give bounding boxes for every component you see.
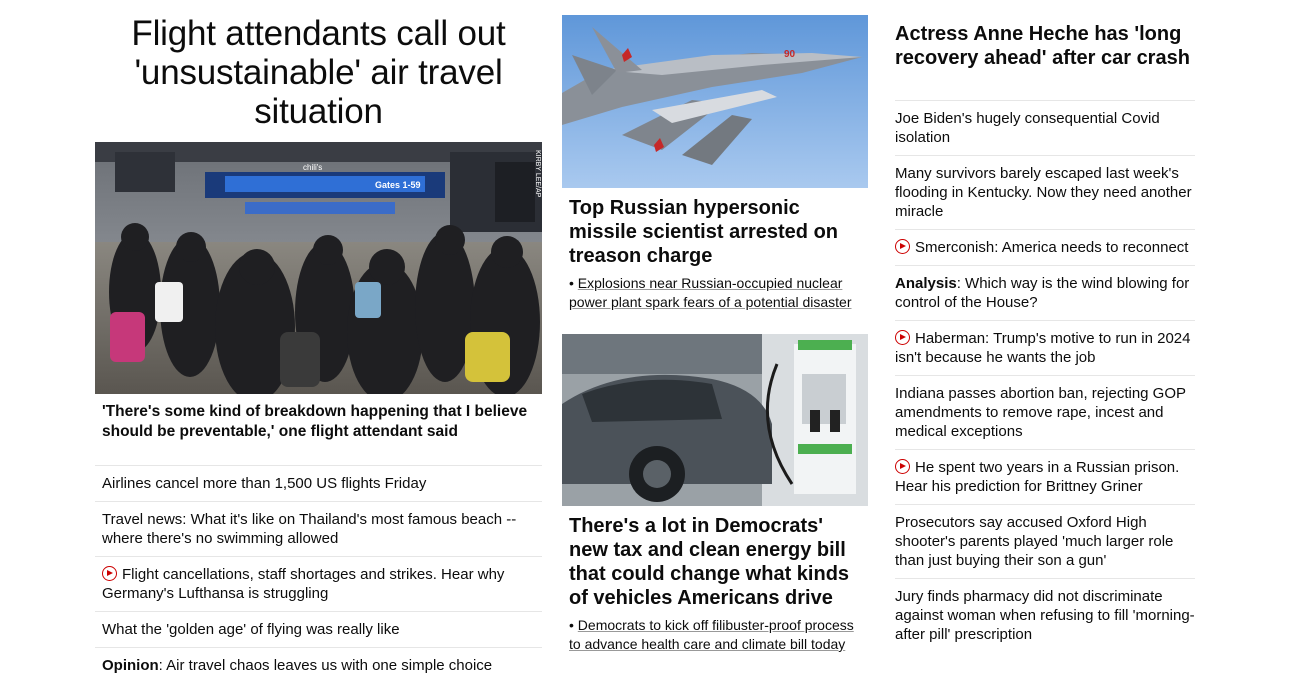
chilis-sign-text: chili's (303, 163, 322, 172)
jet-fighter-image[interactable]: 90 (562, 15, 868, 188)
secondary-stories-column: 90 Top Russian hypersonic missile scient… (562, 0, 868, 654)
list-item[interactable]: Smerconish: America needs to reconnect (895, 230, 1195, 266)
photo-credit: KIRBY LEE/AP (534, 150, 541, 198)
top-story-headline[interactable]: Actress Anne Heche has 'long recovery ah… (895, 0, 1195, 101)
list-item[interactable]: Travel news: What it's like on Thailand'… (95, 502, 542, 557)
list-item[interactable]: Flight cancellations, staff shortages an… (95, 557, 542, 612)
list-item[interactable]: Haberman: Trump's motive to run in 2024 … (895, 321, 1195, 376)
list-item-text: Airlines cancel more than 1,500 US fligh… (102, 475, 427, 492)
list-item-text: Joe Biden's hugely consequential Covid i… (895, 110, 1160, 146)
list-item[interactable]: Indiana passes abortion ban, rejecting G… (895, 376, 1195, 450)
list-item[interactable]: Opinion: Air travel chaos leaves us with… (95, 648, 542, 683)
lead-related-list: Airlines cancel more than 1,500 US fligh… (95, 466, 542, 683)
list-item-text: Haberman: Trump's motive to run in 2024 … (895, 330, 1191, 366)
list-item[interactable]: Airlines cancel more than 1,500 US fligh… (95, 466, 542, 502)
story-headline[interactable]: There's a lot in Democrats' new tax and … (562, 506, 868, 610)
list-item-text: Prosecutors say accused Oxford High shoo… (895, 514, 1174, 569)
top-stories-column: Actress Anne Heche has 'long recovery ah… (895, 0, 1195, 652)
list-item[interactable]: Analysis: Which way is the wind blowing … (895, 266, 1195, 321)
play-circle-icon (102, 566, 117, 581)
lead-story-image[interactable]: Gates 1-59 chili's KIRBY LEE/AP (95, 142, 542, 394)
list-item[interactable]: Prosecutors say accused Oxford High shoo… (895, 505, 1195, 579)
list-item-text: Travel news: What it's like on Thailand'… (102, 511, 517, 547)
list-item-text: Jury finds pharmacy did not discriminate… (895, 588, 1195, 643)
top-stories-list: Joe Biden's hugely consequential Covid i… (895, 101, 1195, 652)
play-circle-icon (895, 459, 910, 474)
list-item[interactable]: What the 'golden age' of flying was real… (95, 612, 542, 648)
list-item-text: Indiana passes abortion ban, rejecting G… (895, 385, 1186, 440)
aircraft-tail-number: 90 (784, 49, 796, 60)
related-link[interactable]: Democrats to kick off filibuster-proof p… (569, 617, 854, 652)
gates-sign-text: Gates 1-59 (375, 180, 421, 190)
list-item-text: Flight cancellations, staff shortages an… (102, 566, 505, 602)
list-item-text: Smerconish: America needs to reconnect (915, 239, 1189, 256)
list-item-text: : Air travel chaos leaves us with one si… (158, 657, 493, 674)
lead-headline[interactable]: Flight attendants call out 'unsustainabl… (95, 0, 542, 142)
story-subheadline: • Democrats to kick off filibuster-proof… (569, 617, 854, 652)
list-item[interactable]: He spent two years in a Russian prison. … (895, 450, 1195, 505)
ev-charging-image[interactable] (562, 334, 868, 506)
lead-story-column: Flight attendants call out 'unsustainabl… (95, 0, 542, 683)
story-subheadline: • Explosions near Russian-occupied nucle… (569, 275, 852, 310)
play-circle-icon (895, 239, 910, 254)
list-item[interactable]: Joe Biden's hugely consequential Covid i… (895, 101, 1195, 156)
list-item[interactable]: Jury finds pharmacy did not discriminate… (895, 579, 1195, 652)
list-item-label: Analysis (895, 275, 957, 292)
list-item-text: What the 'golden age' of flying was real… (102, 621, 400, 638)
list-item-label: Opinion (102, 657, 159, 674)
related-link[interactable]: Explosions near Russian-occupied nuclear… (569, 275, 852, 310)
list-item-text: He spent two years in a Russian prison. … (895, 459, 1180, 495)
list-item[interactable]: Many survivors barely escaped last week'… (895, 156, 1195, 230)
play-circle-icon (895, 330, 910, 345)
lead-image-caption[interactable]: 'There's some kind of breakdown happenin… (95, 394, 542, 466)
list-item-text: Many survivors barely escaped last week'… (895, 165, 1192, 220)
story-headline[interactable]: Top Russian hypersonic missile scientist… (562, 188, 868, 268)
